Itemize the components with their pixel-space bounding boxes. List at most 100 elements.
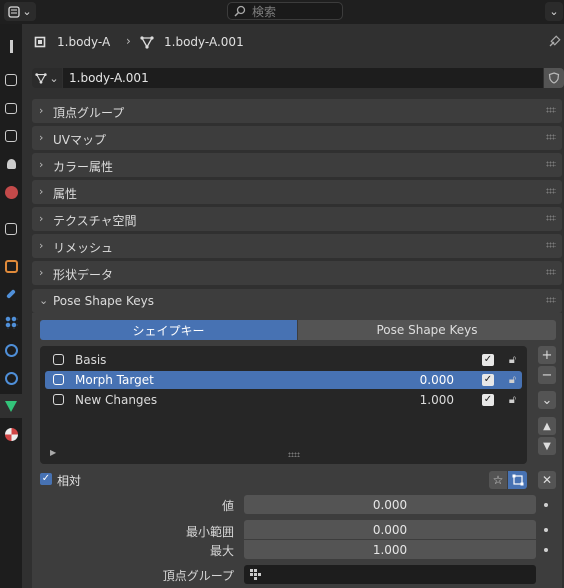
star-icon: ☆ — [492, 473, 504, 487]
tab-data[interactable] — [0, 394, 22, 418]
shape-key-icon — [53, 354, 64, 365]
chevron-right-icon: › — [39, 185, 44, 198]
key-value[interactable]: 0.000 — [420, 373, 454, 387]
value-field[interactable]: 0.000 — [244, 495, 536, 514]
drag-grip-icon[interactable] — [546, 215, 556, 221]
constraints-icon — [4, 371, 18, 385]
specials-menu-button[interactable]: ⌄ — [538, 391, 556, 409]
key-value[interactable]: 1.000 — [420, 393, 454, 407]
chevron-right-icon: › — [39, 104, 44, 117]
tab-constraints[interactable] — [0, 366, 22, 390]
keyframe-dot-icon[interactable] — [544, 528, 548, 532]
pin-icon[interactable] — [547, 35, 561, 49]
fake-user-button[interactable] — [544, 68, 564, 88]
options-dropdown-button[interactable]: ⌄ — [545, 2, 563, 21]
keyframe-dot-icon[interactable] — [544, 548, 548, 552]
tab-modifiers[interactable] — [0, 282, 22, 306]
mesh-data-icon — [35, 73, 48, 84]
triangle-down-icon: ▼ — [543, 440, 551, 452]
clear-weights-button[interactable]: ✕ — [538, 471, 556, 489]
mute-checkbox[interactable]: ✓ — [482, 394, 494, 406]
list-item[interactable]: Basis ✓ 🔓︎ — [45, 351, 522, 369]
datablock-browse-button[interactable]: ⌄ — [32, 68, 62, 88]
chevron-right-icon: › — [39, 266, 44, 279]
panel-title: UVマップ — [53, 133, 106, 147]
resize-grip-icon[interactable] — [288, 452, 300, 457]
tab-view-layer[interactable] — [0, 124, 22, 148]
datablock-name-field[interactable]: 1.body-A.001 — [63, 68, 543, 88]
mute-checkbox[interactable]: ✓ — [482, 374, 494, 386]
drag-grip-icon[interactable] — [546, 134, 556, 140]
mute-checkbox[interactable]: ✓ — [482, 354, 494, 366]
drag-grip-icon[interactable] — [546, 161, 556, 167]
mode-tabs: シェイプキー Pose Shape Keys — [40, 320, 556, 340]
drag-grip-icon[interactable] — [546, 297, 556, 303]
range-min-field[interactable]: 0.000 — [244, 520, 536, 539]
pin-shape-key-button[interactable]: ☆ — [489, 471, 507, 489]
render-icon — [5, 74, 17, 86]
panel-attributes[interactable]: › 属性 — [32, 180, 562, 204]
chevron-right-icon: › — [39, 131, 44, 144]
chevron-down-icon: ⌄ — [541, 392, 553, 408]
panel-uv-maps[interactable]: › UVマップ — [32, 126, 562, 150]
list-item[interactable]: New Changes 1.000 ✓ 🔓︎ — [45, 391, 522, 409]
tab-material[interactable] — [0, 422, 22, 446]
tab-pose-shape-keys[interactable]: Pose Shape Keys — [298, 320, 556, 340]
move-down-button[interactable]: ▼ — [538, 437, 556, 455]
properties-tab-strip — [0, 24, 22, 588]
shape-key-list[interactable]: Basis ✓ 🔓︎ Morph Target 0.000 ✓ 🔓︎ New C… — [40, 346, 527, 464]
shape-key-icon — [53, 394, 64, 405]
panel-pose-shape-keys[interactable]: ⌄ Pose Shape Keys — [32, 289, 562, 313]
tab-collection[interactable] — [0, 217, 22, 241]
panel-texture-space[interactable]: › テクスチャ空間 — [32, 207, 562, 231]
shape-key-icon — [53, 374, 64, 385]
tab-physics[interactable] — [0, 338, 22, 362]
range-max-field[interactable]: 1.000 — [244, 540, 536, 559]
panel-title: リメッシュ — [53, 241, 114, 255]
tab-particles[interactable] — [0, 310, 22, 334]
mesh-data-icon — [140, 36, 154, 49]
chevron-down-icon: ⌄ — [39, 294, 49, 307]
unlock-icon[interactable]: 🔓︎ — [509, 353, 516, 367]
tab-object[interactable] — [0, 254, 22, 278]
unlock-icon[interactable]: 🔓︎ — [509, 393, 516, 407]
tab-shape-keys[interactable]: シェイプキー — [40, 320, 297, 340]
list-item[interactable]: Morph Target 0.000 ✓ 🔓︎ — [45, 371, 522, 389]
panel-shape-data[interactable]: › 形状データ — [32, 261, 562, 285]
drag-grip-icon[interactable] — [546, 188, 556, 194]
add-shape-key-button[interactable]: + — [538, 346, 556, 364]
editor-type-button[interactable]: ⌄ — [4, 2, 36, 21]
keyframe-dot-icon[interactable] — [544, 503, 548, 507]
vertex-group-label: 頂点グループ — [162, 569, 234, 583]
search-placeholder: 検索 — [252, 4, 277, 19]
expand-filter-icon[interactable]: ▶ — [50, 448, 56, 457]
relative-checkbox[interactable]: ✓ — [40, 473, 52, 485]
vertex-group-field[interactable] — [244, 565, 536, 584]
tab-tool[interactable] — [0, 34, 22, 58]
panel-vertex-groups[interactable]: › 頂点グループ — [32, 99, 562, 123]
tab-render[interactable] — [0, 68, 22, 92]
chevron-down-icon: ⌄ — [549, 5, 559, 18]
panel-title: 頂点グループ — [53, 106, 125, 120]
panel-remesh[interactable]: › リメッシュ — [32, 234, 562, 258]
drag-grip-icon[interactable] — [546, 242, 556, 248]
drag-grip-icon[interactable] — [546, 107, 556, 113]
remove-shape-key-button[interactable]: − — [538, 366, 556, 384]
shield-icon — [548, 72, 560, 84]
vertex-group-icon — [250, 569, 261, 580]
drag-grip-icon[interactable] — [546, 269, 556, 275]
properties-editor-icon — [8, 5, 21, 18]
search-input[interactable]: 検索 — [227, 2, 343, 20]
mesh-data-icon — [5, 400, 17, 412]
panel-color-attributes[interactable]: › カラー属性 — [32, 153, 562, 177]
unlock-icon[interactable]: 🔓︎ — [509, 373, 516, 387]
tab-scene[interactable] — [0, 152, 22, 176]
search-icon — [234, 5, 246, 17]
tab-world[interactable] — [0, 180, 22, 204]
tab-output[interactable] — [0, 96, 22, 120]
edit-mode-toggle[interactable] — [508, 471, 527, 489]
chevron-right-icon: › — [39, 158, 44, 171]
close-icon: ✕ — [541, 473, 553, 487]
move-up-button[interactable]: ▲ — [538, 417, 556, 435]
physics-icon — [4, 343, 18, 357]
